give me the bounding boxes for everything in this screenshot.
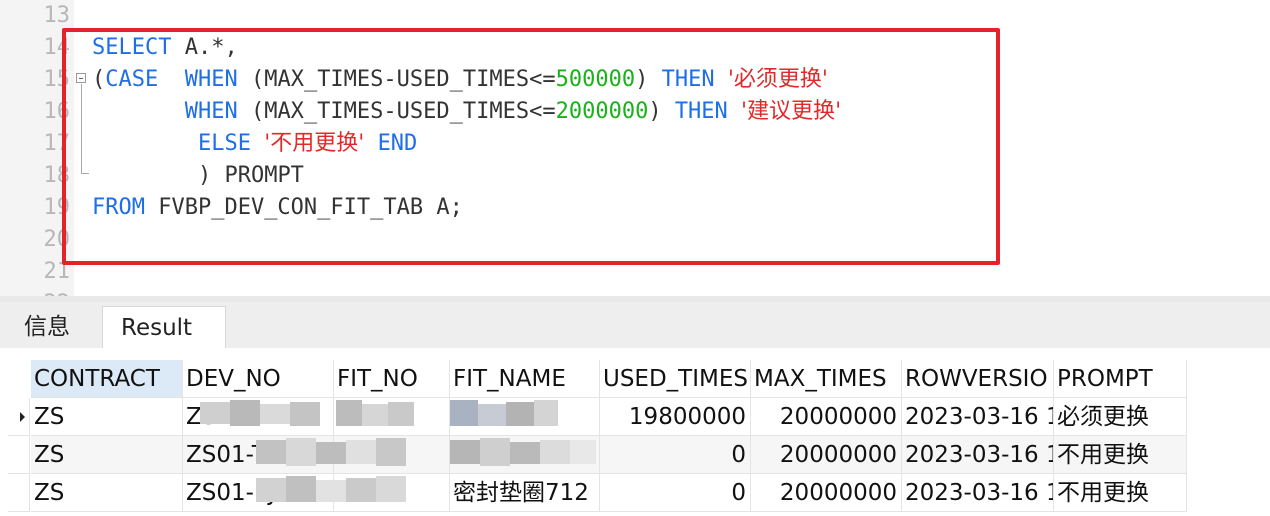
fold-guide-end <box>81 173 89 174</box>
keyword-select: SELECT <box>92 35 172 60</box>
keyword-end: END <box>377 131 418 156</box>
string-literal: '建议更换' <box>741 99 842 124</box>
line-number: 21 <box>43 259 71 284</box>
keyword-else: ELSE <box>197 131 251 156</box>
keyword-then: THEN <box>674 99 728 124</box>
line-number: 13 <box>43 3 71 28</box>
line-number: 20 <box>43 227 71 252</box>
number-literal: 2000000 <box>555 99 649 124</box>
code-line-15[interactable]: (CASE WHEN (MAX_TIMES-USED_TIMES<=500000… <box>92 64 828 96</box>
line-number: 14 <box>43 35 71 60</box>
result-grid[interactable]: CONTRACT DEV_NO FIT_NO FIT_NAME USED_TIM… <box>0 348 1270 516</box>
redaction-mosaic <box>196 396 600 516</box>
code-text: ) <box>648 99 675 124</box>
fold-collapse-icon[interactable] <box>76 73 86 83</box>
cell-contract[interactable]: ZS <box>31 398 183 436</box>
cell-prompt[interactable]: 不用更换 <box>1054 436 1187 474</box>
cell-prompt[interactable]: 必须更换 <box>1054 398 1187 436</box>
code-text: ( <box>92 67 106 92</box>
number-literal: 500000 <box>555 67 636 92</box>
cell-used-times[interactable]: 0 <box>600 436 751 474</box>
code-line-17[interactable]: ELSE '不用更换' END <box>92 128 417 160</box>
fold-guide <box>81 84 82 174</box>
string-literal: '不用更换' <box>264 131 365 156</box>
keyword-when: WHEN <box>184 67 238 92</box>
cell-used-times[interactable]: 19800000 <box>600 398 751 436</box>
cell-max-times[interactable]: 20000000 <box>751 474 902 512</box>
cell-rowversion[interactable]: 2023-03-16 1 <box>902 474 1054 512</box>
column-header-contract[interactable]: CONTRACT <box>31 360 183 398</box>
code-line-14[interactable]: SELECT A.*, <box>92 32 238 64</box>
code-text: (MAX_TIMES-USED_TIMES<= <box>237 99 556 124</box>
column-header-prompt[interactable]: PROMPT <box>1054 360 1187 398</box>
row-indicator <box>8 436 30 474</box>
column-header-max-times[interactable]: MAX_TIMES <box>751 360 902 398</box>
line-number: 18 <box>43 163 71 188</box>
keyword-case: CASE <box>105 67 159 92</box>
line-number-gutter: 13 14 15 16 17 18 19 20 21 22 <box>0 0 74 298</box>
keyword-when: WHEN <box>184 99 238 124</box>
grid-header-row: CONTRACT DEV_NO FIT_NO FIT_NAME USED_TIM… <box>0 360 1270 398</box>
row-indicator <box>8 474 30 512</box>
current-row-indicator <box>8 398 30 436</box>
column-header-used-times[interactable]: USED_TIMES <box>600 360 751 398</box>
tab-info[interactable]: 信息 <box>6 306 98 348</box>
line-number: 17 <box>43 131 71 156</box>
code-line-19[interactable]: FROM FVBP_DEV_CON_FIT_TAB A; <box>92 192 463 224</box>
tab-result-1[interactable]: Result 1 <box>102 306 226 383</box>
string-literal: '必须更换' <box>727 67 828 92</box>
code-text: FVBP_DEV_CON_FIT_TAB A; <box>144 195 463 220</box>
table-row[interactable]: ZS ZS01-1J 密封垫圈712 0 20000000 2023-03-16… <box>0 474 1270 512</box>
row-pointer-icon <box>20 412 25 422</box>
cell-used-times[interactable]: 0 <box>600 474 751 512</box>
column-header-dev-no[interactable]: DEV_NO <box>183 360 334 398</box>
code-text: (MAX_TIMES-USED_TIMES<= <box>237 67 556 92</box>
column-header-fit-name[interactable]: FIT_NAME <box>450 360 600 398</box>
cell-rowversion[interactable]: 2023-03-16 1 <box>902 436 1054 474</box>
line-number: 16 <box>43 99 71 124</box>
sql-editor[interactable]: 13 14 15 16 17 18 19 20 21 22 SELECT A.*… <box>0 0 1270 298</box>
cell-prompt[interactable]: 不用更换 <box>1054 474 1187 512</box>
line-number: 19 <box>43 195 71 220</box>
code-text: A.*, <box>171 35 238 60</box>
line-number: 15 <box>43 67 71 92</box>
table-row[interactable]: ZS ZS 19800000 20000000 2023-03-16 1 必须更… <box>0 398 1270 436</box>
cell-max-times[interactable]: 20000000 <box>751 398 902 436</box>
column-header-fit-no[interactable]: FIT_NO <box>334 360 450 398</box>
cell-max-times[interactable]: 20000000 <box>751 436 902 474</box>
result-tabbar: 信息 Result 1 <box>0 302 1270 383</box>
code-line-18[interactable]: ) PROMPT <box>92 160 304 192</box>
cell-contract[interactable]: ZS <box>31 474 183 512</box>
keyword-from: FROM <box>92 195 145 220</box>
cell-rowversion[interactable]: 2023-03-16 1 <box>902 398 1054 436</box>
table-row[interactable]: ZS ZS01-T 0 20000000 2023-03-16 1 不用更换 <box>0 436 1270 474</box>
code-text: ) <box>635 67 662 92</box>
keyword-then: THEN <box>661 67 715 92</box>
code-text: ) PROMPT <box>197 163 304 188</box>
code-line-16[interactable]: WHEN (MAX_TIMES-USED_TIMES<=2000000) THE… <box>92 96 841 128</box>
cell-contract[interactable]: ZS <box>31 436 183 474</box>
column-header-rowversion[interactable]: ROWVERSIO <box>902 360 1054 398</box>
